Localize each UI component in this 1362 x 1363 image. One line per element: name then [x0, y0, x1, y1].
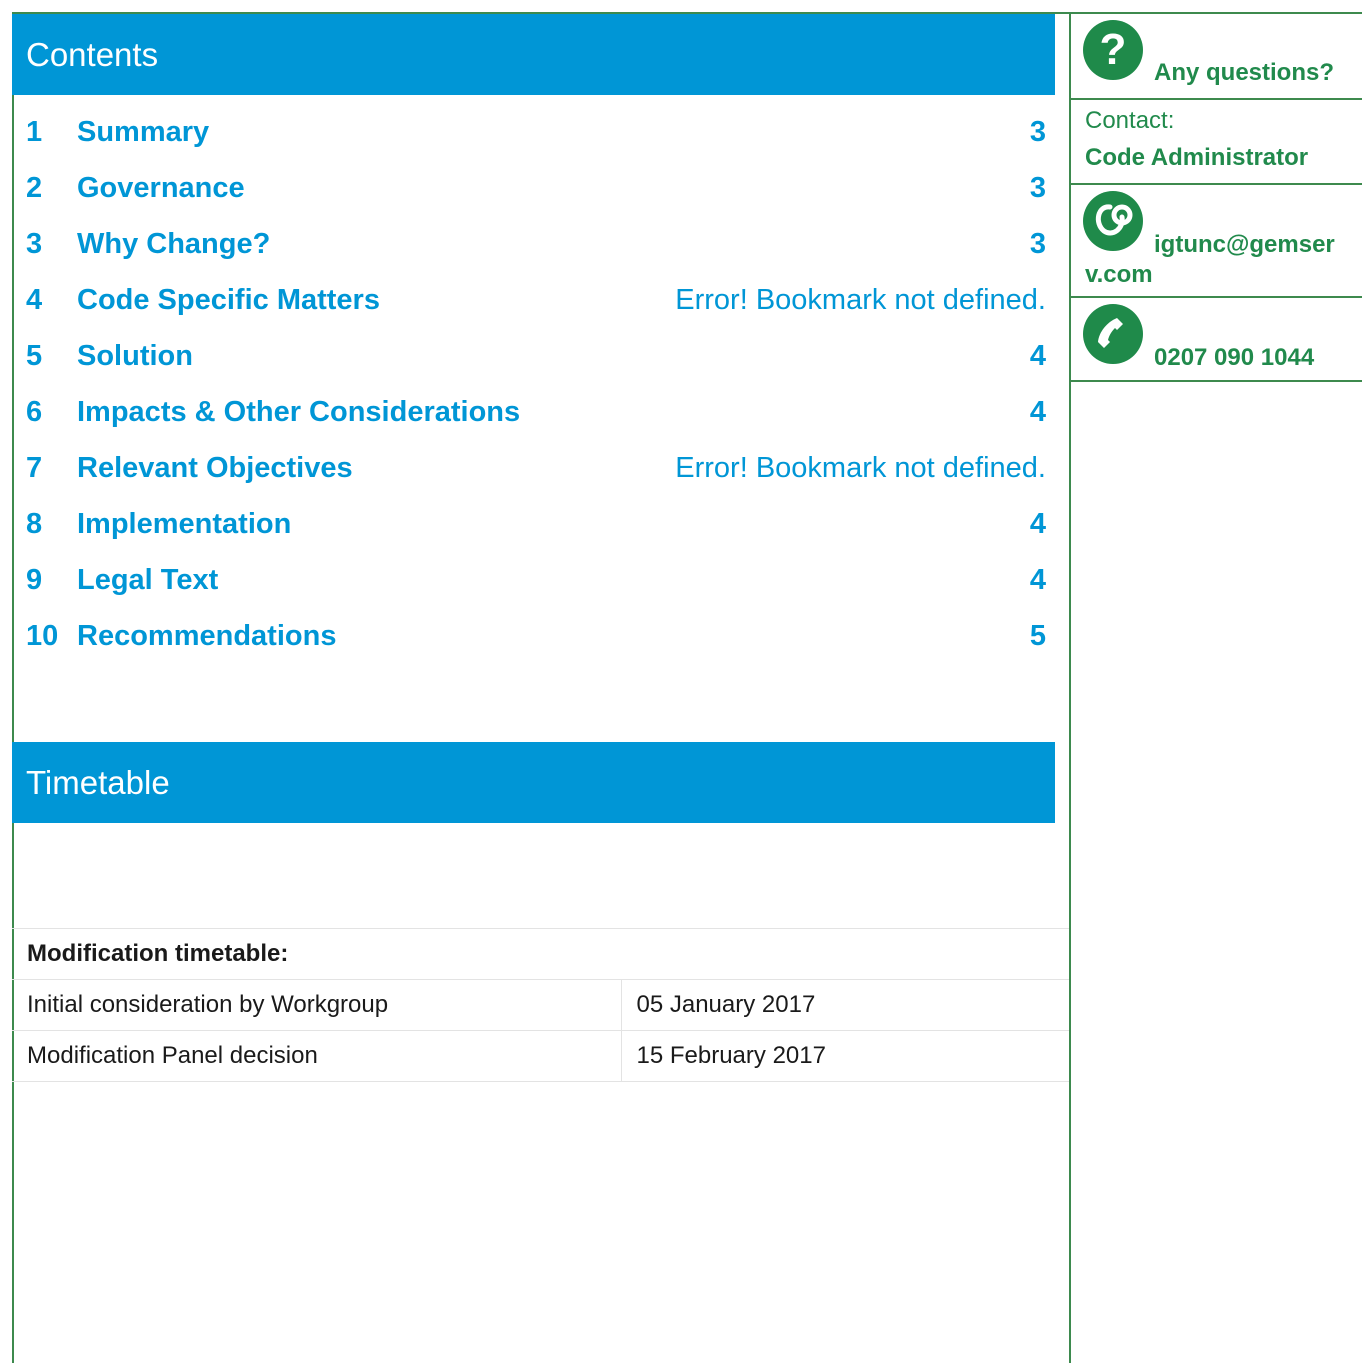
toc-item-page: 3	[1029, 227, 1046, 260]
toc-item[interactable]: 10 Recommendations 5	[12, 608, 1046, 664]
toc-item-page: 4	[1029, 507, 1046, 540]
phone-icon	[1083, 304, 1143, 364]
toc-item[interactable]: 5 Solution 4	[12, 328, 1046, 384]
table-row: Initial consideration by Workgroup 05 Ja…	[12, 979, 1069, 1031]
toc-item[interactable]: 2 Governance 3	[12, 160, 1046, 216]
phone-box: 0207 090 1044	[1071, 298, 1362, 382]
timetable-label: Initial consideration by Workgroup	[12, 979, 621, 1031]
toc-item-page: Error! Bookmark not defined.	[675, 283, 1046, 316]
contact-box: Contact: Code Administrator	[1071, 100, 1362, 185]
toc-item-number: 10	[26, 619, 59, 652]
toc-item[interactable]: 7 Relevant Objectives Error! Bookmark no…	[12, 440, 1046, 496]
toc-item-number: 4	[26, 283, 43, 316]
toc-item-number: 2	[26, 171, 43, 204]
toc-item-title[interactable]: Why Change?	[77, 228, 270, 261]
toc-item[interactable]: 6 Impacts & Other Considerations 4	[12, 384, 1046, 440]
toc-item-page: Error! Bookmark not defined.	[675, 451, 1046, 484]
contact-phone[interactable]: 0207 090 1044	[1154, 344, 1314, 372]
toc-item-title[interactable]: Recommendations	[77, 620, 336, 653]
toc-item-title[interactable]: Governance	[77, 172, 245, 205]
toc-item-title[interactable]: Summary	[77, 116, 209, 149]
toc-item-page: 4	[1029, 563, 1046, 596]
timetable-date: 05 January 2017	[620, 979, 1069, 1031]
toc-item-page: 3	[1029, 171, 1046, 204]
questions-box: ? Any questions?	[1071, 12, 1362, 100]
timetable-heading-bar: Timetable	[12, 742, 1055, 823]
toc-item-page: 3	[1029, 115, 1046, 148]
contact-name: Code Administrator	[1085, 144, 1309, 171]
contents-heading: Contents	[26, 35, 159, 73]
toc-item-title[interactable]: Solution	[77, 340, 193, 373]
contact-label: Contact:	[1085, 107, 1175, 134]
toc-item-title[interactable]: Implementation	[77, 508, 291, 541]
toc-item-title[interactable]: Legal Text	[77, 564, 218, 597]
contact-email-part1[interactable]: igtunc@gemser	[1154, 231, 1335, 259]
toc-item-page: 4	[1029, 339, 1046, 372]
table-header-row: Modification timetable:	[12, 928, 1069, 980]
timetable-heading: Timetable	[26, 763, 170, 801]
toc-item-title[interactable]: Code Specific Matters	[77, 284, 380, 317]
toc-item-number: 3	[26, 227, 43, 260]
email-icon	[1083, 191, 1143, 251]
toc-item[interactable]: 8 Implementation 4	[12, 496, 1046, 552]
contact-email-part2[interactable]: v.com	[1085, 261, 1153, 289]
toc-item-number: 1	[26, 115, 43, 148]
toc-item-number: 5	[26, 339, 43, 372]
contents-heading-bar: Contents	[12, 14, 1055, 95]
timetable-date: 15 February 2017	[620, 1030, 1069, 1082]
table-of-contents: 1 Summary 3 2 Governance 3 3 Why Change?…	[12, 104, 1046, 664]
toc-item-title[interactable]: Impacts & Other Considerations	[77, 396, 520, 429]
toc-item-number: 7	[26, 451, 43, 484]
toc-item-page: 5	[1029, 619, 1046, 652]
toc-item-title[interactable]: Relevant Objectives	[77, 452, 353, 485]
timetable-label: Modification Panel decision	[12, 1030, 621, 1082]
toc-item[interactable]: 4 Code Specific Matters Error! Bookmark …	[12, 272, 1046, 328]
toc-item-number: 8	[26, 507, 43, 540]
toc-item-page: 4	[1029, 395, 1046, 428]
toc-item[interactable]: 1 Summary 3	[12, 104, 1046, 160]
question-mark-icon: ?	[1083, 20, 1143, 80]
email-box: igtunc@gemser v.com	[1071, 185, 1362, 298]
contact-sidebar: ? Any questions? Contact: Code Administr…	[1071, 12, 1362, 382]
toc-item[interactable]: 9 Legal Text 4	[12, 552, 1046, 608]
table-row: Modification Panel decision 15 February …	[12, 1030, 1069, 1082]
timetable-title: Modification timetable:	[12, 928, 1069, 980]
modification-timetable: Modification timetable: Initial consider…	[12, 928, 1069, 1082]
toc-item-number: 6	[26, 395, 43, 428]
toc-item-number: 9	[26, 563, 43, 596]
toc-item[interactable]: 3 Why Change? 3	[12, 216, 1046, 272]
questions-heading: Any questions?	[1154, 59, 1335, 86]
